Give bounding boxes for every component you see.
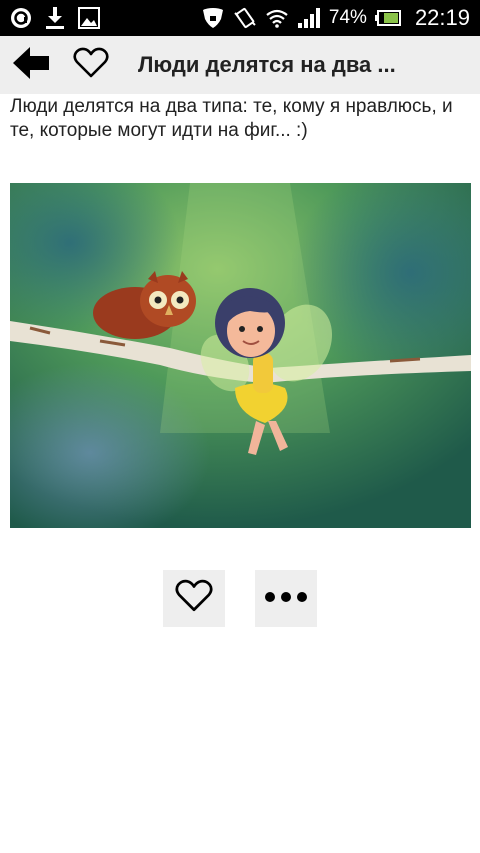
wifi-icon bbox=[265, 8, 289, 28]
more-button[interactable] bbox=[255, 570, 317, 627]
battery-percent: 74% bbox=[328, 7, 367, 28]
signal-icon bbox=[297, 7, 321, 29]
page-title: Люди делятся на два ... bbox=[138, 52, 396, 77]
arrow-left-icon bbox=[13, 46, 49, 84]
more-dots-icon bbox=[264, 590, 308, 608]
toolbar: Люди делятся на два ... bbox=[0, 36, 480, 94]
vibrate-icon bbox=[233, 7, 257, 29]
like-button[interactable] bbox=[163, 570, 225, 627]
status-bar-left bbox=[10, 0, 100, 36]
status-bar-right: 74% 22:19 bbox=[201, 0, 470, 36]
owl-and-fairy-image bbox=[10, 183, 471, 528]
status-time: 22:19 bbox=[414, 5, 470, 30]
app-notification-icon bbox=[10, 7, 32, 29]
post-text: Люди делятся на два типа: те, кому я нра… bbox=[10, 96, 453, 141]
favorite-button[interactable] bbox=[71, 45, 111, 85]
download-icon bbox=[44, 6, 66, 30]
back-button[interactable] bbox=[13, 46, 49, 84]
battery-icon bbox=[374, 10, 401, 26]
heart-outline-icon bbox=[73, 47, 109, 84]
shield-icon bbox=[201, 7, 225, 29]
heart-outline-icon bbox=[175, 579, 213, 618]
status-bar: 74% 22:19 bbox=[0, 0, 480, 36]
image-icon bbox=[78, 7, 100, 29]
post-image[interactable] bbox=[10, 183, 471, 528]
post-actions bbox=[163, 570, 317, 627]
